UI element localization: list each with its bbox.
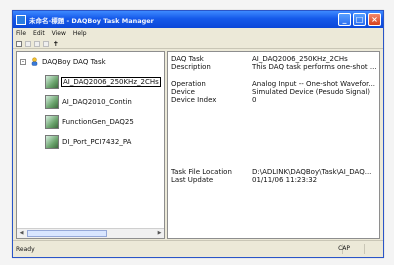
property-row: DAQ Task AI_DAQ2006_250KHz_2CHs <box>171 55 376 63</box>
status-text: Ready <box>16 245 35 253</box>
minimize-button[interactable]: _ <box>338 13 351 26</box>
status-bar: Ready CAP <box>13 240 383 257</box>
scroll-right-icon[interactable]: ▶ <box>155 229 164 238</box>
property-value: AI_DAQ2006_250KHz_2CHs <box>252 55 348 63</box>
property-value: D:\ADLINK\DAQBoy\Task\AI_DAQ... <box>252 168 372 176</box>
task-tree[interactable]: - DAQBoy DAQ Task AI_DAQ2006_250KHz_2CHs… <box>16 51 165 239</box>
tree-item-task-4[interactable]: DI_Port_PCI7432_PA <box>45 135 131 149</box>
root-user-icon <box>31 57 38 66</box>
properties-panel: DAQ Task AI_DAQ2006_250KHz_2CHs Descript… <box>167 51 380 239</box>
toolbar: ✝ <box>13 39 383 49</box>
save-icon[interactable] <box>34 40 40 47</box>
status-separator <box>364 244 365 254</box>
tree-item-task-2[interactable]: AI_DAQ2010_Contin <box>45 95 132 109</box>
minimize-icon: _ <box>342 15 347 24</box>
menu-bar: File Edit View Help <box>13 28 383 39</box>
task-icon <box>45 115 59 129</box>
property-value: 01/11/06 11:23:32 <box>252 176 318 184</box>
property-key: Operation <box>171 80 206 88</box>
menu-edit[interactable]: Edit <box>33 30 45 37</box>
maximize-icon: □ <box>355 15 364 24</box>
property-value: Simulated Device (Pesudo Signal) <box>252 88 371 96</box>
property-key: DAQ Task <box>171 55 204 63</box>
tree-item-task-1[interactable]: AI_DAQ2006_250KHz_2CHs <box>45 75 161 89</box>
menu-help[interactable]: Help <box>73 30 87 37</box>
task-icon <box>45 135 59 149</box>
pin-icon[interactable]: ✝ <box>53 40 59 47</box>
property-key: Last Update <box>171 176 214 184</box>
title-bar: 未命名-標題 - DAQBoy Task Manager _ □ × <box>13 11 383 28</box>
scroll-left-icon[interactable]: ◀ <box>17 229 26 238</box>
maximize-button[interactable]: □ <box>353 13 366 26</box>
property-row: Last Update 01/11/06 11:23:32 <box>171 176 376 184</box>
property-key: Description <box>171 63 211 71</box>
property-value: Analog Input -- One-shot Wavefor... <box>252 80 376 88</box>
task-icon <box>45 95 59 109</box>
expand-icon[interactable]: - <box>20 58 26 65</box>
main-window: 未命名-標題 - DAQBoy Task Manager _ □ × File … <box>12 10 384 258</box>
new-doc-icon[interactable] <box>16 40 22 47</box>
tree-root[interactable]: - DAQBoy DAQ Task <box>20 57 106 66</box>
property-value: 0 <box>252 96 257 104</box>
window-title: 未命名-標題 - DAQBoy Task Manager <box>29 16 154 25</box>
menu-file[interactable]: File <box>16 30 26 37</box>
app-icon <box>16 14 26 25</box>
tree-root-label: DAQBoy DAQ Task <box>42 57 106 66</box>
tree-item-task-3[interactable]: FunctionGen_DAQ25 <box>45 115 134 129</box>
task-icon <box>45 75 59 89</box>
tree-item-label: FunctionGen_DAQ25 <box>62 118 134 126</box>
close-icon: × <box>371 15 378 24</box>
property-key: Device <box>171 88 195 96</box>
menu-view[interactable]: View <box>52 30 66 37</box>
property-value: This DAQ task performs one-shot ... <box>252 63 376 71</box>
property-row: Device Index 0 <box>171 96 376 104</box>
property-key: Task File Location <box>171 168 232 176</box>
property-row: Description This DAQ task performs one-s… <box>171 63 376 71</box>
open-icon[interactable] <box>25 40 31 47</box>
save-as-icon[interactable] <box>43 40 49 47</box>
tree-item-label: AI_DAQ2006_250KHz_2CHs <box>61 77 161 87</box>
tree-item-label: DI_Port_PCI7432_PA <box>62 138 132 146</box>
close-button[interactable]: × <box>368 13 381 26</box>
caps-indicator: CAP <box>338 245 350 252</box>
tree-item-label: AI_DAQ2010_Contin <box>62 98 132 106</box>
property-row: Operation Analog Input -- One-shot Wavef… <box>171 80 376 88</box>
scroll-thumb[interactable] <box>27 230 107 237</box>
tree-horizontal-scrollbar[interactable]: ◀ ▶ <box>17 228 164 238</box>
property-row: Task File Location D:\ADLINK\DAQBoy\Task… <box>171 168 376 176</box>
property-key: Device Index <box>171 96 217 104</box>
property-row: Device Simulated Device (Pesudo Signal) <box>171 88 376 96</box>
